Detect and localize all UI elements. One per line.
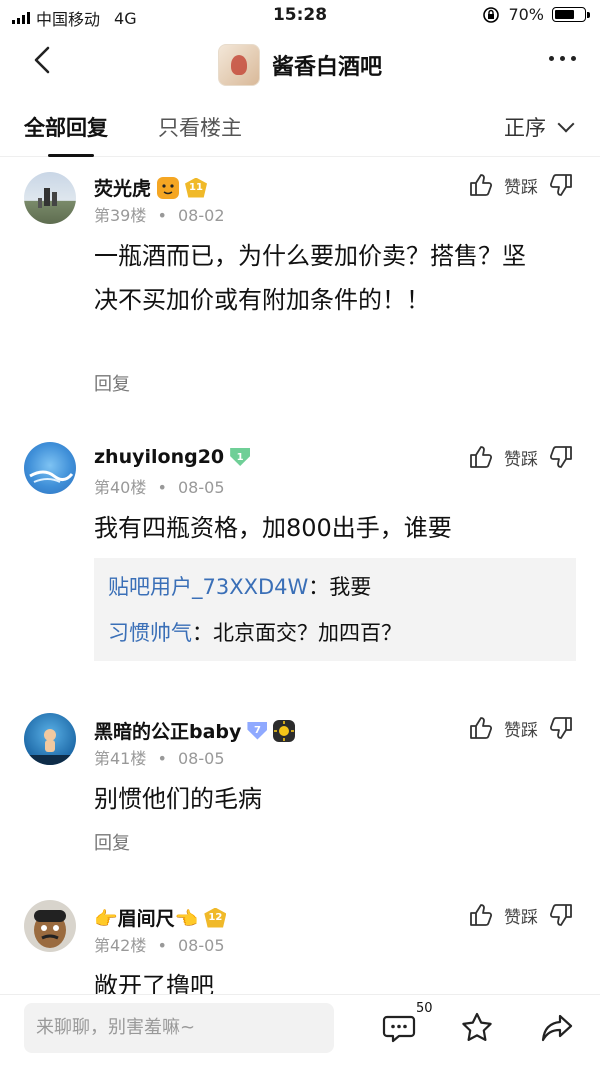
username[interactable]: 荧光虎 xyxy=(94,174,151,201)
thumbs-down-icon[interactable] xyxy=(548,172,574,198)
reply-link[interactable]: 回复 xyxy=(94,829,130,855)
post-date: 08-05 xyxy=(178,749,225,768)
sub-reply: 贴吧用户_73XXD4W：我要 xyxy=(108,564,562,610)
sub-reply-user[interactable]: 贴吧用户_73XXD4W xyxy=(108,575,308,599)
thumbs-up-icon[interactable] xyxy=(468,715,494,741)
vote-label: 赞踩 xyxy=(504,907,538,928)
bottom-bar: 来聊聊，别害羞嘛~ 50 xyxy=(0,994,600,1067)
avatar[interactable] xyxy=(24,713,76,765)
sub-reply-user[interactable]: 习惯帅气 xyxy=(108,621,192,645)
sun-badge-icon xyxy=(273,719,296,742)
post-date: 08-02 xyxy=(178,206,225,225)
meta-separator: • xyxy=(157,478,167,497)
meta-separator: • xyxy=(157,936,167,955)
tab-bar: 全部回复 只看楼主 正序 xyxy=(0,94,600,157)
floor-number: 第40楼 xyxy=(94,478,147,497)
thumbs-down-icon[interactable] xyxy=(548,902,574,928)
post-item: 荧光虎 11 第39楼 • 08-02 赞踩 一瓶酒而已，为什么要加价卖？搭售？… xyxy=(0,160,600,410)
avatar[interactable] xyxy=(24,442,76,494)
sub-replies[interactable]: 贴吧用户_73XXD4W：我要 习惯帅气：北京面交？加四百？ xyxy=(94,558,576,661)
sub-reply-text: 我要 xyxy=(329,575,372,599)
thumbs-up-icon[interactable] xyxy=(468,444,494,470)
vote-box: 赞踩 xyxy=(468,172,574,198)
level-badge: 12 xyxy=(204,907,227,928)
floor-number: 第39楼 xyxy=(94,206,147,225)
thumbs-up-icon[interactable] xyxy=(468,902,494,928)
thumbs-up-icon[interactable] xyxy=(468,172,494,198)
post-item: 👉眉间尺👈 12 第42楼 • 08-05 赞踩 敞开了撸吧 xyxy=(0,890,600,1000)
sort-label: 正序 xyxy=(504,116,546,140)
sub-reply: 习惯帅气：北京面交？加四百？ xyxy=(108,610,562,656)
sub-reply-separator: ： xyxy=(308,575,330,599)
forum-avatar xyxy=(217,44,260,86)
tiger-emoji-icon xyxy=(157,176,180,199)
username[interactable]: 👉眉间尺👈 xyxy=(94,904,198,931)
post-date: 08-05 xyxy=(178,936,225,955)
rotation-lock-icon xyxy=(483,6,500,23)
meta-separator: • xyxy=(157,206,167,225)
post-meta: 第39楼 • 08-02 xyxy=(94,202,225,226)
post-content: 一瓶酒而已，为什么要加价卖？搭售？坚决不买加价或有附加条件的！！ xyxy=(94,242,526,314)
meta-separator: • xyxy=(157,749,167,768)
thumbs-down-icon[interactable] xyxy=(548,444,574,470)
level-badge: 1 xyxy=(230,448,251,466)
avatar[interactable] xyxy=(24,900,76,952)
vote-box: 赞踩 xyxy=(468,902,574,928)
floor-number: 第41楼 xyxy=(94,749,147,768)
forum-header[interactable]: 酱香白酒吧 xyxy=(0,44,600,86)
share-icon[interactable] xyxy=(540,1011,574,1045)
post-meta: 第41楼 • 08-05 xyxy=(94,745,225,769)
username[interactable]: zhuyilong20 xyxy=(94,446,224,468)
battery-icon xyxy=(552,7,590,22)
active-tab-indicator xyxy=(48,154,94,157)
sort-dropdown[interactable]: 正序 xyxy=(504,112,575,142)
level-badge: 11 xyxy=(185,177,208,198)
forum-name: 酱香白酒吧 xyxy=(271,55,382,80)
comment-input[interactable]: 来聊聊，别害羞嘛~ xyxy=(24,1003,334,1053)
vote-box: 赞踩 xyxy=(468,715,574,741)
star-icon[interactable] xyxy=(460,1011,494,1045)
vote-label: 赞踩 xyxy=(504,177,538,198)
tab-owner-only[interactable]: 只看楼主 xyxy=(158,112,242,142)
vote-label: 赞踩 xyxy=(504,720,538,741)
floor-number: 第42楼 xyxy=(94,936,147,955)
post-meta: 第42楼 • 08-05 xyxy=(94,932,225,956)
post-meta: 第40楼 • 08-05 xyxy=(94,474,225,498)
post-item: 黑暗的公正baby 7 第41楼 • 08-05 赞踩 别惯他们的毛病 回复 xyxy=(0,703,600,873)
post-date: 08-05 xyxy=(178,478,225,497)
post-item: zhuyilong20 1 第40楼 • 08-05 赞踩 我有四瓶资格，加80… xyxy=(0,432,600,672)
more-dots-icon[interactable] xyxy=(549,56,576,61)
nav-bar: 酱香白酒吧 xyxy=(0,30,600,94)
sub-reply-separator: ： xyxy=(192,621,213,645)
level-badge: 7 xyxy=(247,721,268,740)
battery-percent: 70% xyxy=(508,5,544,24)
thumbs-down-icon[interactable] xyxy=(548,715,574,741)
post-content: 别惯他们的毛病 xyxy=(94,785,262,813)
vote-label: 赞踩 xyxy=(504,449,538,470)
chevron-down-icon xyxy=(557,115,575,133)
comment-icon[interactable] xyxy=(382,1011,416,1045)
tab-all-replies[interactable]: 全部回复 xyxy=(24,112,108,142)
status-bar: 中国移动 4G 15:28 70% xyxy=(0,0,600,30)
vote-box: 赞踩 xyxy=(468,444,574,470)
sub-reply-text: 北京面交？加四百？ xyxy=(213,621,402,645)
avatar[interactable] xyxy=(24,172,76,224)
reply-link[interactable]: 回复 xyxy=(94,370,130,396)
username[interactable]: 黑暗的公正baby xyxy=(94,717,241,744)
comment-count: 50 xyxy=(416,1001,433,1016)
post-content: 我有四瓶资格，加800出手，谁要 xyxy=(94,514,452,542)
